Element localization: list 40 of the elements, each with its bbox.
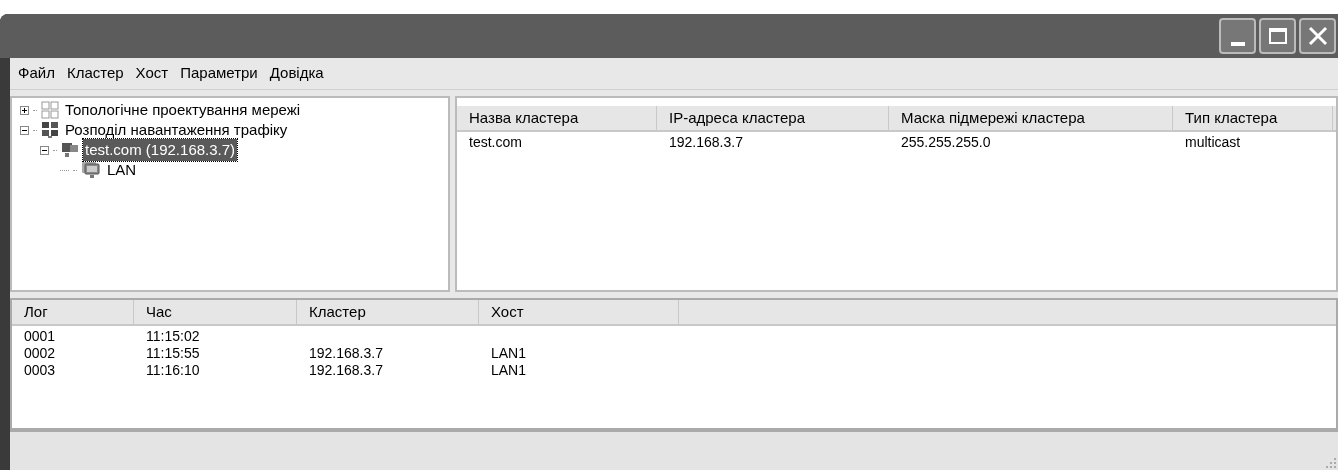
table-cell: 255.255.255.0 xyxy=(901,133,991,150)
grid-icon xyxy=(41,101,59,119)
table-cell: 192.168.3.7 xyxy=(309,345,383,362)
column-header[interactable]: Назва кластера xyxy=(457,106,657,130)
monitor-icon xyxy=(81,161,101,179)
column-header[interactable]: Хост xyxy=(479,300,679,324)
table-cell: 11:15:02 xyxy=(146,328,200,345)
column-header[interactable]: Кластер xyxy=(297,300,479,324)
table-cell: 11:16:10 xyxy=(146,362,200,379)
expand-toggle[interactable] xyxy=(20,105,29,115)
column-header[interactable]: Маска підмережі кластера xyxy=(889,106,1173,130)
menu-item[interactable]: Кластер xyxy=(60,62,130,85)
collapse-toggle[interactable] xyxy=(20,125,29,135)
column-header[interactable]: Час xyxy=(134,300,297,324)
menu-item[interactable]: Файл xyxy=(12,62,61,85)
menu-item[interactable]: Параметри xyxy=(174,62,264,85)
table-cell: 0001 xyxy=(24,328,56,345)
close-button[interactable] xyxy=(1299,18,1336,54)
table-cell: LAN1 xyxy=(491,345,527,362)
maximize-button[interactable] xyxy=(1259,18,1296,54)
computer-icon xyxy=(61,141,79,159)
menu-item[interactable]: Хост xyxy=(129,62,175,85)
minimize-button[interactable] xyxy=(1219,18,1256,54)
table-cell: LAN1 xyxy=(491,362,527,379)
collapse-toggle[interactable] xyxy=(40,145,49,155)
resize-grip-icon[interactable] xyxy=(1324,456,1336,468)
table-cell: 0003 xyxy=(24,362,56,379)
menu-item[interactable]: Довідка xyxy=(263,62,330,85)
column-header[interactable]: IP-адреса кластера xyxy=(657,106,889,130)
column-header[interactable]: Лог xyxy=(12,300,134,324)
tree-item[interactable]: test.com (192.168.3.7) xyxy=(83,138,238,162)
table-cell: 192.168.3.7 xyxy=(669,133,743,150)
table-cell: 192.168.3.7 xyxy=(309,362,383,379)
computers-icon xyxy=(41,121,59,139)
table-cell: multicast xyxy=(1185,133,1241,150)
column-header[interactable]: Тип кластера xyxy=(1173,106,1333,130)
table-cell: 11:15:55 xyxy=(146,345,200,362)
close-icon xyxy=(1307,26,1328,46)
table-cell: test.com xyxy=(469,133,522,150)
table-cell: 0002 xyxy=(24,345,56,362)
